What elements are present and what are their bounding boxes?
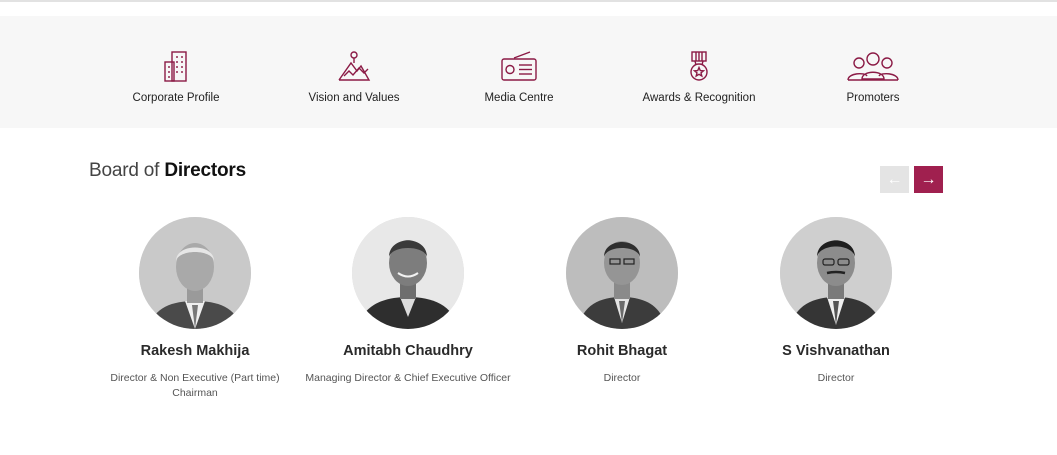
avatar[interactable] <box>139 217 251 329</box>
avatar[interactable] <box>566 217 678 329</box>
radio-icon <box>500 46 538 82</box>
quick-link-label: Media Centre <box>484 92 554 104</box>
section-title-bold: Directors <box>164 160 246 181</box>
director-card[interactable]: Rakesh Makhija Director & Non Executive … <box>85 217 305 401</box>
director-role-line: Director <box>603 372 641 384</box>
director-role-line: Director & Non Executive (Part time) <box>110 372 280 384</box>
director-role-line: Managing Director & Chief Executive Offi… <box>305 372 511 384</box>
avatar[interactable] <box>352 217 464 329</box>
director-card[interactable]: Amitabh Chaudhry Managing Director & Chi… <box>298 217 518 386</box>
arrow-left-icon: ← <box>886 170 903 188</box>
quick-link-corporate-profile[interactable]: Corporate Profile <box>91 16 261 128</box>
quick-link-promoters[interactable]: Promoters <box>788 16 958 128</box>
director-name: Rohit Bhagat <box>576 343 668 359</box>
section-title-light: Board of <box>89 160 165 181</box>
building-icon <box>163 46 189 82</box>
award-medal-icon <box>687 46 711 82</box>
director-name: Rakesh Makhija <box>140 343 250 359</box>
director-role: Director <box>512 371 732 386</box>
director-role: Managing Director & Chief Executive Offi… <box>298 371 518 386</box>
carousel-next-button[interactable]: → <box>914 166 943 193</box>
quick-link-label: Vision and Values <box>308 92 400 104</box>
director-name: Amitabh Chaudhry <box>343 343 473 359</box>
quick-link-media-centre[interactable]: Media Centre <box>434 16 604 128</box>
director-role-line: Director <box>817 372 855 384</box>
director-role-line: Chairman <box>172 387 218 399</box>
avatar[interactable] <box>780 217 892 329</box>
top-divider <box>0 0 1057 2</box>
quick-links-bar: Corporate Profile Vision and Values Medi <box>0 16 1057 128</box>
quick-link-awards-recognition[interactable]: Awards & Recognition <box>614 16 784 128</box>
arrow-right-icon: → <box>920 170 937 188</box>
director-card[interactable]: S Vishvanathan Director <box>726 217 946 386</box>
director-name: S Vishvanathan <box>782 343 890 359</box>
quick-link-vision-values[interactable]: Vision and Values <box>269 16 439 128</box>
quick-link-label: Promoters <box>846 92 900 104</box>
people-group-icon <box>843 46 903 82</box>
mountain-peak-icon <box>337 46 371 82</box>
director-role: Director <box>726 371 946 386</box>
quick-link-label: Awards & Recognition <box>642 92 756 104</box>
director-card[interactable]: Rohit Bhagat Director <box>512 217 732 386</box>
quick-link-label: Corporate Profile <box>132 92 220 104</box>
section-title: Board of Directors <box>89 160 246 182</box>
carousel-prev-button[interactable]: ← <box>880 166 909 193</box>
director-role: Director & Non Executive (Part time) Cha… <box>85 371 305 401</box>
